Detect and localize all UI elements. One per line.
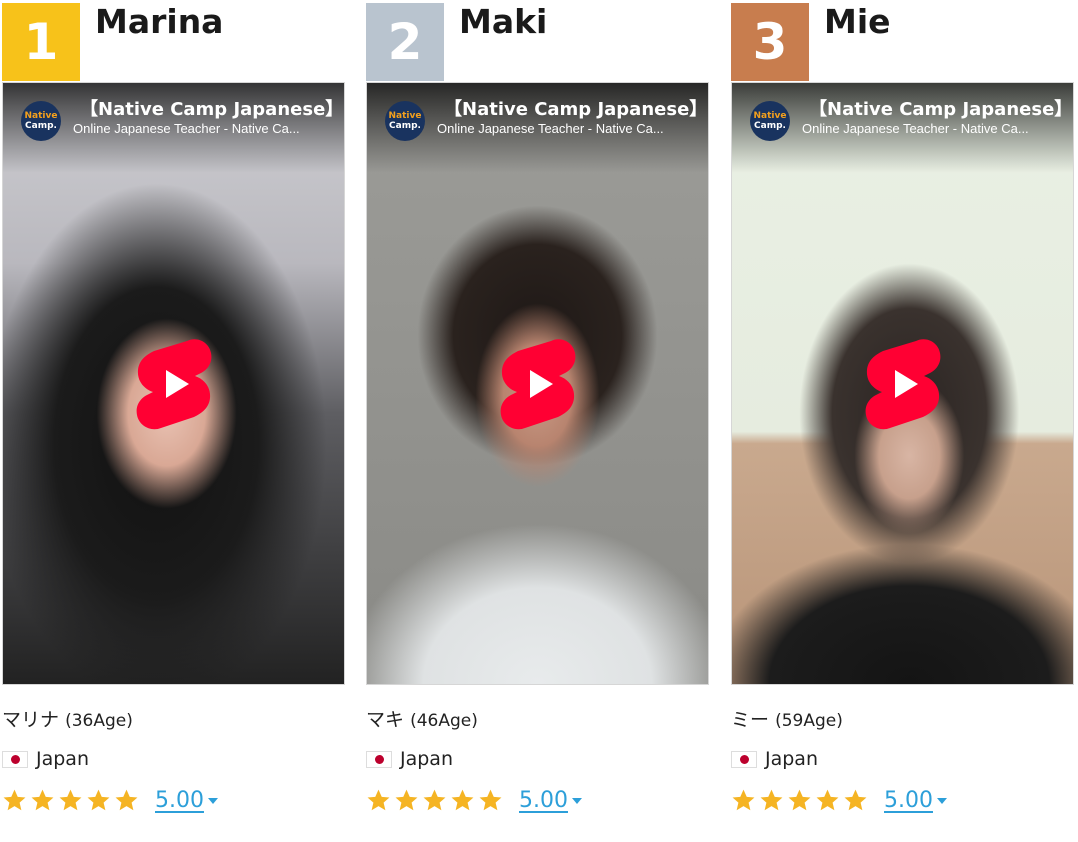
teacher-age: (36Age)	[65, 711, 133, 731]
teacher-country: Japan	[2, 748, 89, 770]
rating-score-link[interactable]: 5.00	[519, 788, 568, 813]
rank-badge: 2	[366, 3, 444, 81]
star-rating	[2, 788, 139, 813]
channel-logo[interactable]: Native Camp.	[750, 101, 790, 141]
teacher-name-age: マキ (46Age)	[366, 705, 478, 732]
channel-logo-line-2: Camp.	[389, 121, 421, 131]
caret-down-icon[interactable]	[207, 797, 218, 804]
rank-badge: 1	[2, 3, 80, 81]
teacher-name[interactable]: Marina	[95, 2, 223, 42]
star-icon	[844, 789, 867, 811]
star-icon	[816, 789, 839, 811]
youtube-shorts-play-icon[interactable]	[864, 337, 942, 431]
japanese-name: マリナ	[2, 709, 60, 731]
caret-down-icon[interactable]	[571, 797, 582, 804]
japanese-name: マキ	[366, 709, 405, 731]
country-label: Japan	[765, 748, 818, 770]
teacher-country: Japan	[366, 748, 453, 770]
star-icon	[423, 789, 446, 811]
teacher-rating: 5.00	[731, 788, 947, 813]
star-icon	[479, 789, 502, 811]
channel-logo-line-2: Camp.	[754, 121, 786, 131]
channel-logo-line-1: Native	[24, 111, 58, 121]
star-icon	[732, 789, 755, 811]
video-channel-name[interactable]: Online Japanese Teacher - Native Ca...	[802, 121, 1029, 136]
teacher-card-3: 3 Mie Native Camp. 【Native Camp Japanese…	[731, 0, 1076, 842]
teacher-name[interactable]: Mie	[824, 2, 891, 42]
video-player[interactable]: Native Camp. 【Native Camp Japanese】 Onli…	[2, 82, 345, 685]
teacher-rating: 5.00	[366, 788, 582, 813]
star-rating	[731, 788, 868, 813]
star-icon	[3, 789, 26, 811]
star-icon	[451, 789, 474, 811]
teacher-country: Japan	[731, 748, 818, 770]
teacher-name[interactable]: Maki	[459, 2, 547, 42]
rank-badge: 3	[731, 3, 809, 81]
star-icon	[115, 789, 138, 811]
teacher-card-2: 2 Maki Native Camp. 【Native Camp Japanes…	[366, 0, 711, 842]
teacher-card-1: 1 Marina Native Camp. 【Native Camp Japan…	[2, 0, 347, 842]
star-icon	[395, 789, 418, 811]
teacher-name-age: ミー (59Age)	[731, 705, 843, 732]
caret-down-icon[interactable]	[936, 797, 947, 804]
video-channel-name[interactable]: Online Japanese Teacher - Native Ca...	[73, 121, 300, 136]
star-rating	[366, 788, 503, 813]
star-icon	[367, 789, 390, 811]
video-title[interactable]: 【Native Camp Japanese】	[444, 95, 707, 121]
teacher-age: (59Age)	[775, 711, 843, 731]
video-title[interactable]: 【Native Camp Japanese】	[809, 95, 1072, 121]
country-label: Japan	[400, 748, 453, 770]
channel-logo-line-1: Native	[753, 111, 787, 121]
star-icon	[31, 789, 54, 811]
star-icon	[788, 789, 811, 811]
video-channel-name[interactable]: Online Japanese Teacher - Native Ca...	[437, 121, 664, 136]
japan-flag-icon	[731, 750, 757, 768]
star-icon	[87, 789, 110, 811]
video-title[interactable]: 【Native Camp Japanese】	[80, 95, 343, 121]
youtube-shorts-play-icon[interactable]	[499, 337, 577, 431]
country-label: Japan	[36, 748, 89, 770]
video-player[interactable]: Native Camp. 【Native Camp Japanese】 Onli…	[731, 82, 1074, 685]
star-icon	[59, 789, 82, 811]
teacher-rating: 5.00	[2, 788, 218, 813]
video-player[interactable]: Native Camp. 【Native Camp Japanese】 Onli…	[366, 82, 709, 685]
rating-score-link[interactable]: 5.00	[884, 788, 933, 813]
channel-logo[interactable]: Native Camp.	[385, 101, 425, 141]
channel-logo-line-2: Camp.	[25, 121, 57, 131]
japan-flag-icon	[2, 750, 28, 768]
youtube-shorts-play-icon[interactable]	[135, 337, 213, 431]
rating-score-link[interactable]: 5.00	[155, 788, 204, 813]
japan-flag-icon	[366, 750, 392, 768]
japanese-name: ミー	[731, 709, 770, 731]
teacher-age: (46Age)	[410, 711, 478, 731]
teacher-name-age: マリナ (36Age)	[2, 705, 133, 732]
channel-logo[interactable]: Native Camp.	[21, 101, 61, 141]
star-icon	[760, 789, 783, 811]
channel-logo-line-1: Native	[388, 111, 422, 121]
